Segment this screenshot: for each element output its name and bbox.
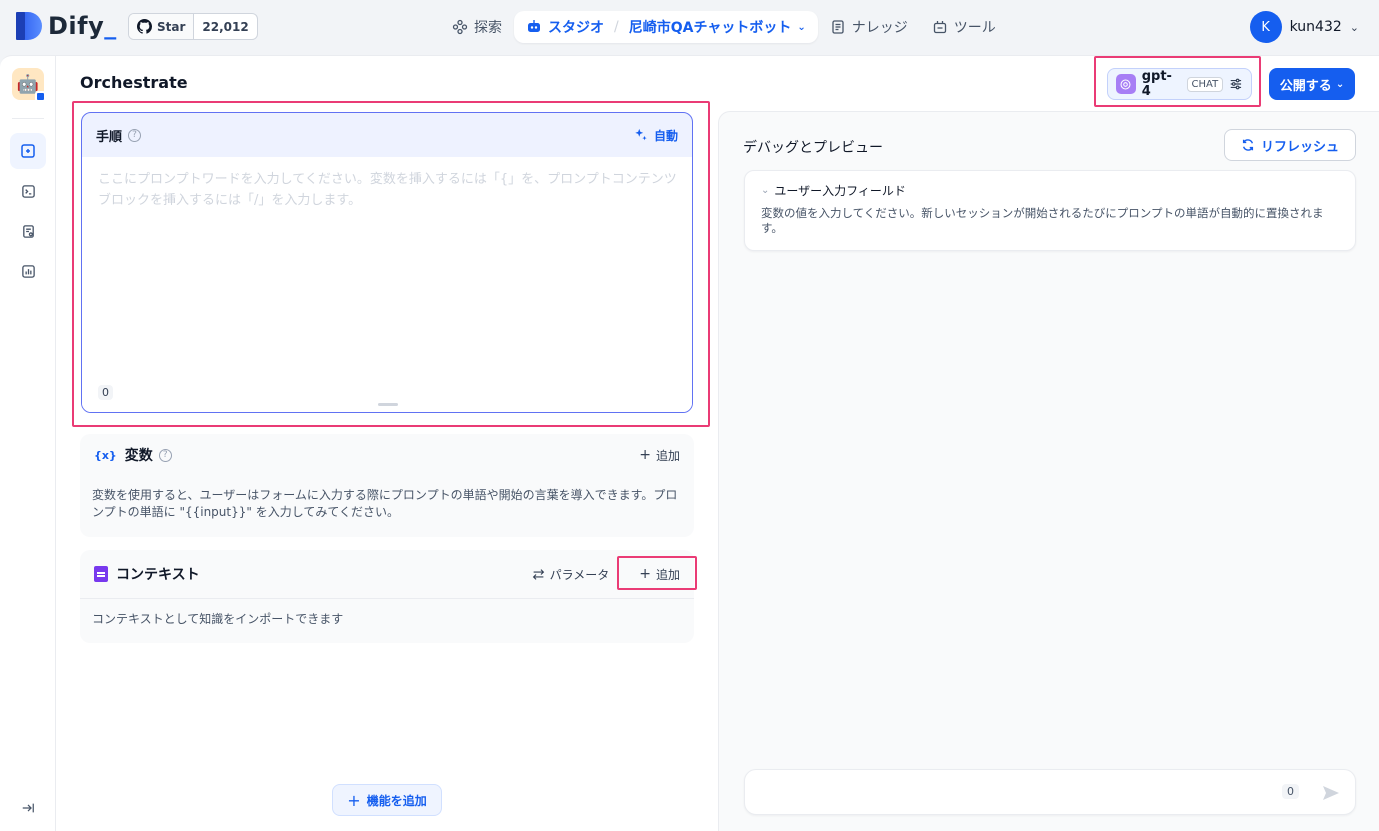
context-params-button[interactable]: パラメータ [532,566,610,583]
model-name: gpt-4 [1141,69,1172,99]
prompt-editor-card: 手順 ? 自動 ここにプロンプトワードを入力してください。変数を挿入するには「{… [81,112,693,413]
orchestrate-icon [21,144,35,158]
add-feature-label: 機能を追加 [366,793,427,808]
add-variable-label: 追加 [655,448,680,463]
avatar: K [1249,11,1282,43]
refresh-label: リフレッシュ [1260,139,1339,155]
plus-icon: + [639,566,651,582]
sidebar-divider [12,118,44,119]
prompt-char-count: 0 [98,385,113,400]
dify-logo-mark-icon [16,12,42,40]
nav-knowledge[interactable]: ナレッジ [818,11,920,43]
nav-tools[interactable]: ツール [920,11,1008,43]
context-params-label: パラメータ [549,567,610,582]
github-icon [137,19,152,34]
variables-card: {x} 変数 ? + 追加 変数を使用すると、ユーザーはフォームに入力する際にプ… [80,434,694,537]
chat-input[interactable]: 0 [744,769,1356,815]
send-icon[interactable] [1321,783,1341,803]
help-icon[interactable]: ? [158,448,172,462]
sidebar-item-logs[interactable] [10,213,46,249]
chevron-down-icon: ⌄ [761,185,770,196]
user-name: kun432 [1289,19,1342,35]
main-panel: 🤖 Orchestrate gpt-4 CHAT 公開する ⌄ 手順 ? 自動 … [0,55,1379,831]
app-type-badge-icon [35,91,46,102]
github-star-count: 22,012 [202,19,249,34]
collapse-sidebar-icon[interactable] [18,798,38,818]
user-input-fields-card: ⌄ ユーザー入力フィールド 変数の値を入力してください。新しいセッションが開始さ… [744,170,1356,251]
add-feature-button[interactable]: + 機能を追加 [332,784,442,816]
plus-icon: + [639,447,651,463]
auto-generate-button[interactable]: 自動 [634,127,678,144]
terminal-icon [21,184,35,198]
variable-icon: {x} [94,448,117,462]
bar-chart-icon [21,264,35,278]
prompt-header: 手順 ? 自動 [82,113,692,157]
context-header: コンテキスト パラメータ + 追加 [80,550,694,598]
sidebar-item-monitoring[interactable] [10,253,46,289]
nav-explore-label: 探索 [474,20,502,36]
sidebar-item-orchestrate[interactable] [10,133,46,169]
plus-icon: + [347,790,361,810]
context-card: コンテキスト パラメータ + 追加 コンテキストとして知識をインポートできます [80,550,694,643]
main-nav: 探索 スタジオ / 尼崎市QAチャットボット ⌄ ナレッジ ツール [440,11,1008,43]
user-input-fields-description: 変数の値を入力してください。新しいセッションが開始されるたびにプロンプトの単語が… [761,206,1324,235]
add-context-label: 追加 [655,567,680,582]
debug-title: デバッグとプレビュー [743,140,883,156]
tools-icon [933,21,946,34]
nav-studio-label: スタジオ [548,20,604,36]
chevron-down-icon: ⌄ [1349,20,1359,34]
breadcrumb-separator: / [614,19,619,35]
sidebar-item-api[interactable] [10,173,46,209]
refresh-icon [1242,139,1254,151]
app-sidebar: 🤖 [0,56,56,831]
user-input-fields-title: ユーザー入力フィールド [774,184,906,198]
add-variable-button[interactable]: + 追加 [639,447,680,464]
current-app-name[interactable]: 尼崎市QAチャットボット [629,17,792,37]
refresh-button[interactable]: リフレッシュ [1224,129,1356,161]
nav-tools-label: ツール [953,20,996,36]
model-mode-tag: CHAT [1186,76,1224,92]
studio-robot-icon [528,20,540,32]
chevron-down-icon: ⌄ [1335,78,1345,90]
document-icon [94,566,108,582]
user-input-fields-toggle[interactable]: ⌄ ユーザー入力フィールド [761,182,906,199]
nav-studio[interactable]: スタジオ / 尼崎市QAチャットボット ⌄ [514,11,818,43]
dify-logo[interactable]: Dify_ [16,12,117,40]
github-star-button[interactable]: Star 22,012 [128,13,258,40]
prompt-textarea[interactable]: ここにプロンプトワードを入力してください。変数を挿入するには「{」を、プロンプト… [82,157,692,412]
knowledge-book-icon [832,20,844,34]
model-selector[interactable]: gpt-4 CHAT [1107,68,1252,100]
prompt-placeholder: ここにプロンプトワードを入力してください。変数を挿入するには「{」を、プロンプト… [98,172,677,208]
sparkle-icon [635,128,647,141]
context-description: コンテキストとして知識をインポートできます [92,612,344,626]
auto-generate-label: 自動 [653,128,678,143]
prompt-title: 手順 [96,129,123,145]
page-title: Orchestrate [80,73,188,92]
context-divider [80,598,694,599]
add-context-button[interactable]: + 追加 [639,566,680,583]
settings-sliders-icon [1230,78,1242,90]
publish-button[interactable]: 公開する ⌄ [1269,68,1355,100]
nav-explore[interactable]: 探索 [440,11,514,43]
help-icon[interactable]: ? [128,128,142,142]
variables-title: 変数 [124,448,153,464]
top-bar: Dify_ Star 22,012 探索 スタジオ / 尼崎市QAチャットボット… [0,0,1379,55]
publish-label: 公開する [1279,78,1332,94]
nav-knowledge-label: ナレッジ [851,20,908,36]
user-menu[interactable]: K kun432 ⌄ [1249,11,1359,43]
explore-icon [452,19,468,35]
app-icon[interactable]: 🤖 [12,68,46,102]
chevron-down-icon: ⌄ [797,21,806,33]
openai-icon [1116,74,1136,94]
variables-description: 変数を使用すると、ユーザーはフォームに入力する際にプロンプトの単語や開始の言葉を… [92,488,678,519]
parameters-icon [532,568,544,580]
chat-char-count: 0 [1282,784,1299,799]
github-star-label: Star [157,19,186,34]
debug-preview-panel: デバッグとプレビュー リフレッシュ ⌄ ユーザー入力フィールド 変数の値を入力し… [718,111,1379,831]
resize-handle[interactable] [378,403,398,406]
variables-header: {x} 変数 ? + 追加 [80,434,694,476]
logo-text: Dify [48,12,105,40]
logs-icon [22,224,34,238]
context-title: コンテキスト [116,567,200,583]
